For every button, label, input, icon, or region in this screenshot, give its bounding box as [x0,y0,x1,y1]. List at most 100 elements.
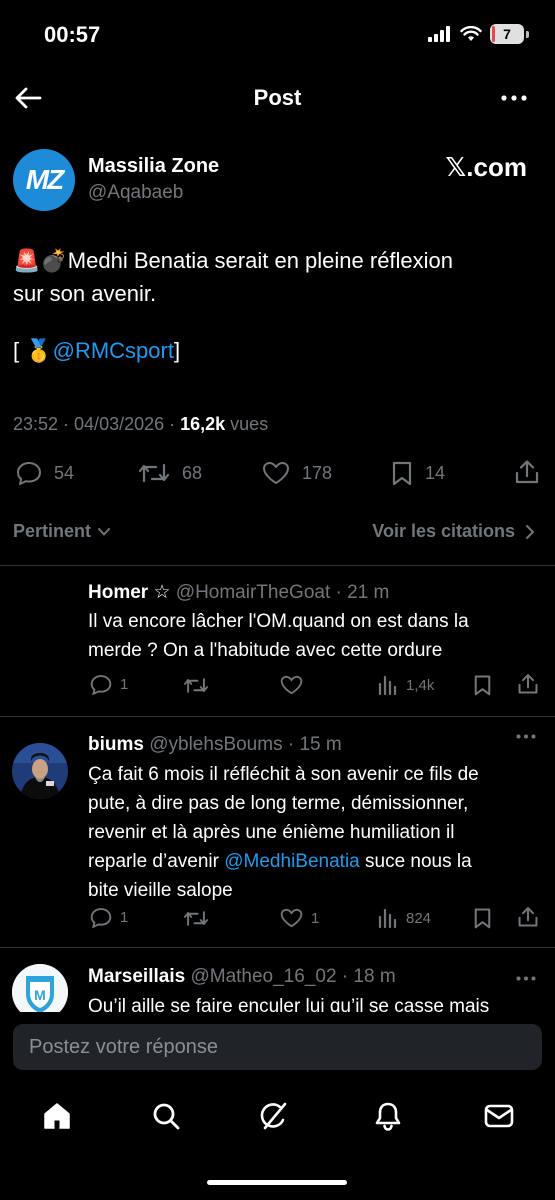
post-text: 🚨💣Medhi Benatia serait en pleine réflexi… [13,244,533,367]
reply-header: biums @yblehsBoums · 15 m [88,734,342,756]
reply-icon [90,675,112,695]
analytics-icon [378,675,397,695]
source-badge: 𝕏.com [445,152,527,182]
reply-header: Marseillais @Matheo_16_02 · 18 m [88,966,396,988]
reply-repost-button[interactable] [183,676,209,695]
home-icon [44,1103,70,1129]
battery-nub [526,30,529,38]
reply-text-line: reparle d’avenir @MedhiBenatia suce nous… [88,847,528,876]
reply-input[interactable]: Postez votre réponse [13,1024,542,1070]
battery-level [492,26,495,42]
author-avatar[interactable]: MZ [13,149,75,211]
nav-search[interactable] [152,1102,180,1130]
bookmark-count: 14 [425,462,446,483]
share-icon [518,907,538,927]
reply-author-name[interactable]: Marseillais [88,966,185,987]
reply-author-handle[interactable]: @HomairTheGoat [176,582,330,603]
wifi-icon [460,26,482,41]
sort-dropdown[interactable]: Pertinent [13,521,111,542]
reply-button[interactable]: 54 [16,461,74,485]
reply-text-line: Ça fait 6 mois il réfléchit à son avenir… [88,764,479,785]
mention-link[interactable]: @RMCsport [53,338,174,363]
mention-link[interactable]: @MedhiBenatia [224,851,359,872]
reply-avatar[interactable]: M [12,964,68,1012]
reply-item[interactable]: M Marseillais @Matheo_16_02 · 18 m Qu’il… [0,948,555,1012]
more-options-button[interactable] [501,95,527,101]
reply-bookmark-button[interactable] [473,674,492,696]
page-title: Post [253,85,302,110]
reply-author-handle[interactable]: @yblehsBoums [149,734,282,755]
author-name[interactable]: Massilia Zone [88,155,219,178]
post-timestamp: 23:52 · 04/03/2026 · [13,414,181,434]
reply-reply-button[interactable]: 1 [90,907,128,928]
reply-header: Homer ☆ @HomairTheGoat · 21 m [88,581,389,604]
bookmark-button[interactable]: 14 [391,460,445,486]
reply-view-count: 1,4k [406,676,435,694]
status-time: 00:57 [44,22,101,47]
author-handle[interactable]: @Aqabaeb [88,182,183,204]
om-crest-avatar-image: M [12,964,68,1012]
reply-item[interactable]: Homer ☆ @HomairTheGoat · 21 m Il va enco… [0,566,555,716]
share-button[interactable] [514,459,540,485]
reply-like-button[interactable] [280,675,303,695]
notifications-icon [375,1102,401,1131]
bookmark-icon [392,461,412,486]
status-indicators: 7 [428,24,529,44]
reply-icon [90,908,112,928]
repost-icon [183,911,209,926]
heart-icon [280,675,303,695]
reply-like-button[interactable]: 1 [280,908,319,928]
reply-share-button[interactable] [517,673,539,695]
reply-text-line: pute, à dire pas de long terme, démissio… [88,793,469,814]
reply-text-line: revenir et là après une énième humiliati… [88,822,455,843]
reply-repost-button[interactable] [183,909,209,928]
reply-views-button[interactable]: 1,4k [378,675,434,695]
repost-button[interactable]: 68 [138,461,202,485]
sort-label: Pertinent [13,521,92,541]
nav-notifications[interactable] [374,1101,402,1131]
nav-grok[interactable] [259,1101,289,1131]
reply-author-name[interactable]: biums [88,734,144,755]
reply-bookmark-button[interactable] [473,907,492,929]
reply-item[interactable]: biums @yblehsBoums · 15 m Ça fait 6 mois… [0,717,555,947]
view-quotes-link[interactable]: Voir les citations [372,521,535,542]
search-icon [153,1103,180,1130]
reply-author-name[interactable]: Homer ☆ [88,582,171,603]
more-horizontal-icon [501,95,527,101]
reply-share-button[interactable] [517,906,539,928]
battery-percent: 7 [503,26,511,42]
reply-text-line: Qu’il aille se faire enculer lui qu’il s… [88,996,490,1012]
reply-more-button[interactable] [516,734,536,739]
credit-prefix: [ 🥇 [13,338,53,363]
reply-avatar[interactable] [12,743,68,799]
cellular-signal-icon [428,26,450,42]
bookmark-icon [474,675,491,696]
post-text-line: sur son avenir. [13,281,157,306]
more-horizontal-icon [516,976,536,981]
view-count: 16,2k [180,414,226,434]
nav-messages[interactable] [484,1104,514,1128]
repost-count: 68 [182,462,203,483]
post-credit: [ 🥇@RMCsport] [13,334,533,367]
reply-reply-count: 1 [120,676,129,693]
reply-text-segment: reparle d’avenir [88,851,225,872]
reply-views-button[interactable]: 824 [378,908,431,928]
reply-reply-button[interactable]: 1 [90,674,128,695]
reply-text-line: Il va encore lâcher l'OM.quand on est da… [88,611,469,632]
reply-like-count: 1 [311,909,320,927]
reply-time: · 18 m [336,966,396,987]
bookmark-icon [474,908,491,929]
like-button[interactable]: 178 [262,461,332,485]
reply-time: · 15 m [282,734,342,755]
battery-indicator: 7 [490,24,524,44]
nav-home[interactable] [43,1102,71,1130]
home-indicator [207,1180,347,1185]
analytics-icon [378,908,397,928]
reply-icon [17,462,41,485]
reply-count: 54 [54,462,75,483]
heart-icon [280,908,303,928]
reply-reply-count: 1 [120,909,129,926]
reply-more-button[interactable] [516,976,536,981]
reply-author-handle[interactable]: @Matheo_16_02 [190,966,336,987]
chevron-right-icon [526,524,534,539]
